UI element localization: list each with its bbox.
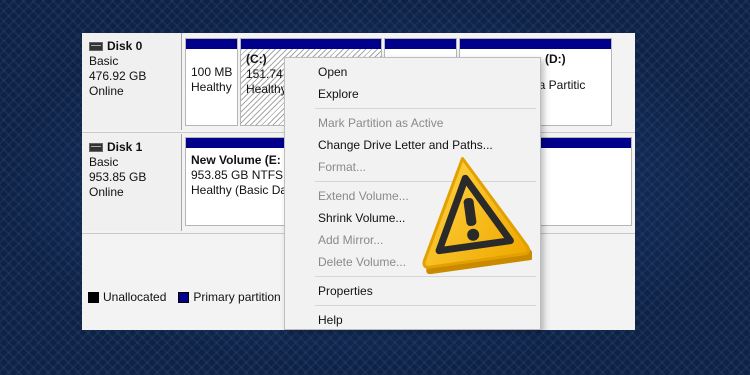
disk-1-label[interactable]: Disk 1 Basic 953.85 GB Online (82, 134, 182, 231)
disk-0-type: Basic (89, 54, 119, 68)
menu-item-add-mirror: Add Mirror... (318, 233, 384, 247)
disk-1-size: 953.85 GB (89, 170, 147, 184)
menu-item-shrink-volume[interactable]: Shrink Volume... (318, 211, 405, 225)
disk-1-status: Online (89, 185, 124, 199)
disk-0-name: Disk 0 (107, 39, 143, 53)
menu-item-properties[interactable]: Properties (318, 284, 373, 298)
menu-item-delete-volume: Delete Volume... (318, 255, 407, 269)
menu-item-help[interactable]: Help (318, 313, 343, 327)
disk-icon (89, 42, 103, 51)
disk-0-label[interactable]: Disk 0 Basic 476.92 GB Online (82, 33, 182, 130)
menu-item-extend-volume: Extend Volume... (318, 189, 409, 203)
legend-primary-partition: Primary partition (193, 290, 281, 304)
legend-unallocated: Unallocated (103, 290, 167, 304)
menu-item-mark-active: Mark Partition as Active (318, 116, 444, 130)
legend: Unallocated Primary partition (88, 290, 281, 304)
menu-item-explore[interactable]: Explore (318, 87, 359, 101)
legend-swatch-unallocated (88, 291, 99, 303)
menu-separator (315, 276, 536, 277)
disk-1-name: Disk 1 (107, 140, 143, 154)
partition-title: New Volume (E: (191, 153, 281, 167)
disk-icon (89, 143, 103, 152)
partition-system-reserved[interactable]: 100 MB Healthy (185, 38, 238, 126)
disk-0-status: Online (89, 84, 124, 98)
disk-0-size: 476.92 GB (89, 69, 147, 83)
partition-size: 100 MB (191, 65, 233, 79)
menu-separator (315, 108, 536, 109)
warning-icon (422, 157, 532, 274)
disk-1-type: Basic (89, 155, 119, 169)
legend-swatch-primary (178, 291, 190, 303)
menu-item-format: Format... (318, 160, 367, 174)
partition-status: Healthy (191, 80, 232, 94)
partition-title: (C:) (246, 52, 267, 66)
menu-separator (315, 305, 536, 306)
menu-item-open[interactable]: Open (318, 65, 347, 79)
